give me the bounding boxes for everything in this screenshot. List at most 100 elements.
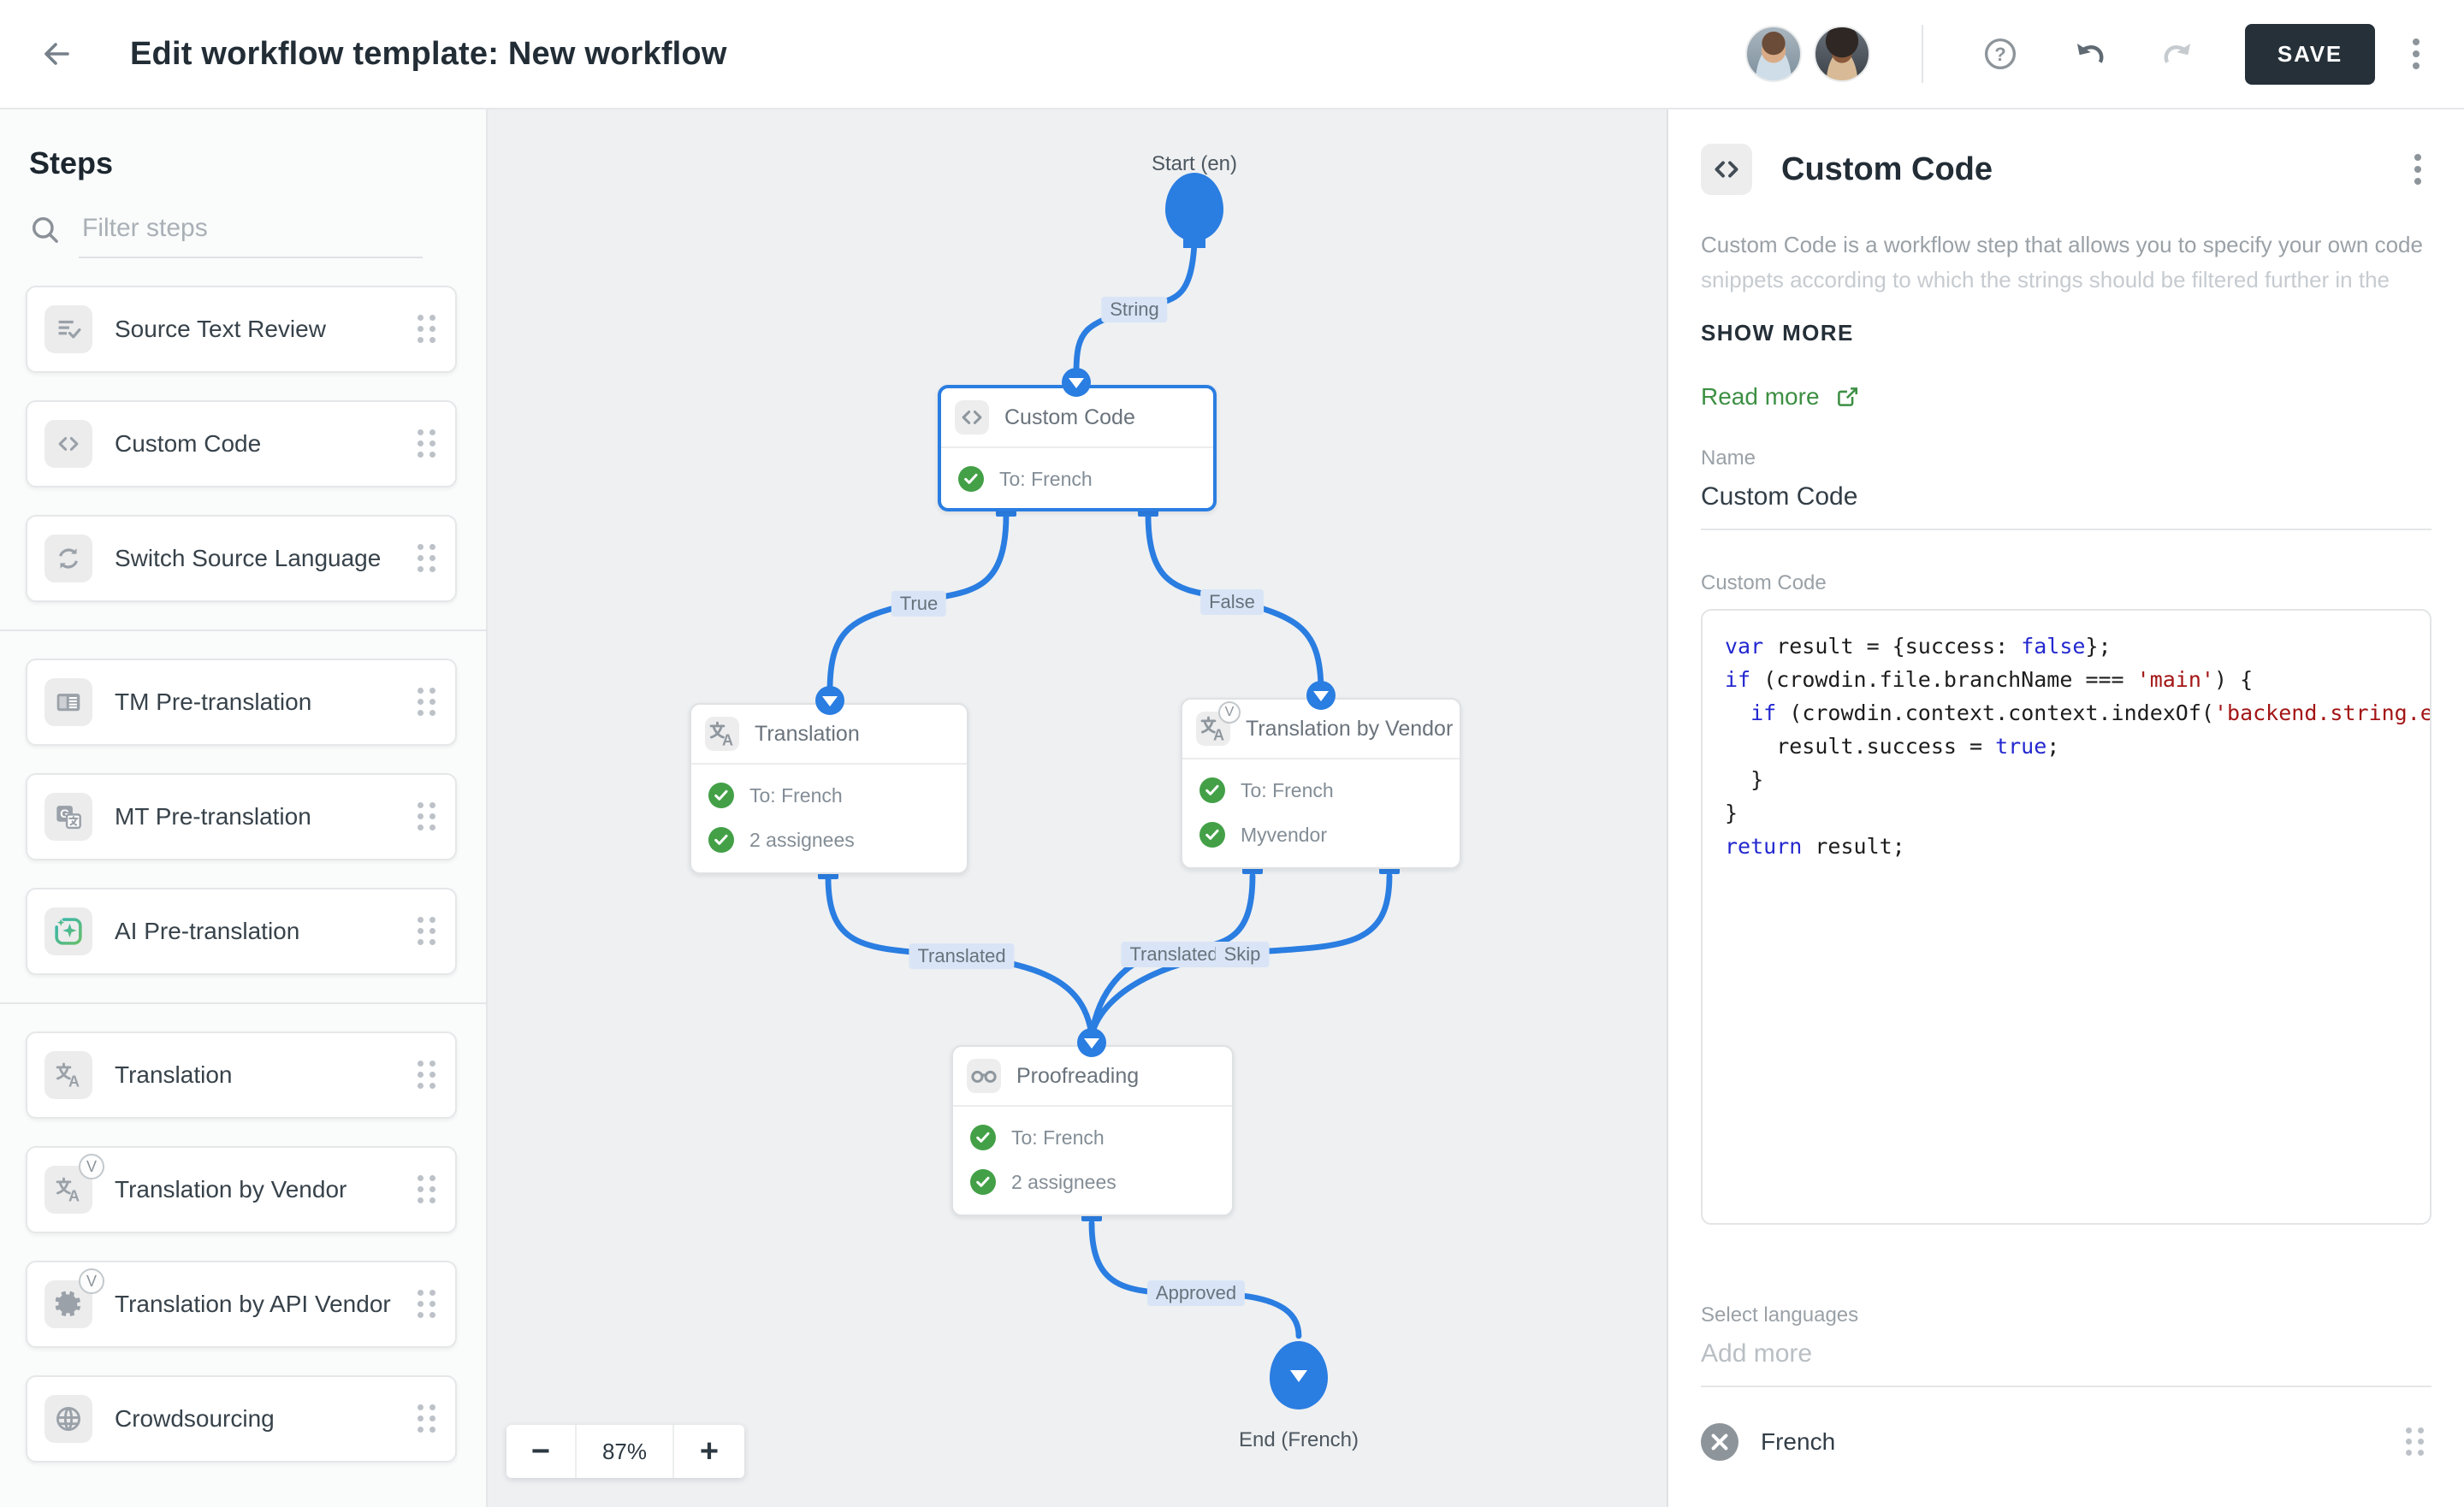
step-list: Source Text Review Custom Code Switch Sour…	[0, 258, 486, 1463]
drag-handle-icon[interactable]	[418, 1175, 436, 1204]
node-row-text: To: French	[1241, 779, 1334, 802]
zoom-in-button[interactable]: +	[674, 1425, 744, 1478]
drag-handle-icon[interactable]	[418, 1290, 436, 1319]
tm-card-icon	[44, 678, 92, 726]
undo-button[interactable]	[2057, 21, 2122, 86]
redo-icon	[2160, 36, 2196, 72]
step-card-custom-code[interactable]: Custom Code	[26, 400, 457, 488]
drag-handle-icon[interactable]	[418, 917, 436, 946]
code-line: result.success = true;	[1725, 730, 2408, 763]
drag-handle-icon[interactable]	[418, 544, 436, 573]
step-group-divider	[0, 629, 486, 631]
sidebar-heading: Steps	[0, 109, 486, 181]
help-button[interactable]: ?	[1968, 21, 2033, 86]
translate-icon: AV	[44, 1166, 92, 1214]
redo-button[interactable]	[2146, 21, 2211, 86]
node-input-pin[interactable]	[1062, 368, 1091, 397]
node-body: To: French Myvendor	[1182, 759, 1460, 857]
vendor-badge: V	[79, 1154, 104, 1179]
node-proofreading[interactable]: ProofreadingTo: French2 assignees	[951, 1045, 1234, 1216]
node-status-row: To: French	[941, 457, 1213, 501]
mt-icon: G	[44, 793, 92, 841]
edge-label-translated: Translated	[1121, 942, 1226, 967]
node-status-row: To: French	[953, 1115, 1232, 1160]
step-card-crowdsourcing[interactable]: Crowdsourcing	[26, 1375, 457, 1463]
step-label: Translation by Vendor	[115, 1176, 346, 1203]
svg-text:A: A	[1213, 726, 1224, 743]
step-card-source-text-review[interactable]: Source Text Review	[26, 286, 457, 373]
add-language-input[interactable]	[1701, 1336, 2431, 1387]
step-label: TM Pre-translation	[115, 688, 311, 716]
step-card-ai-pre-translation[interactable]: AI Pre-translation	[26, 888, 457, 975]
panel-options-button[interactable]	[2414, 154, 2421, 185]
step-card-translation-by-api-vendor[interactable]: V Translation by API Vendor	[26, 1261, 457, 1348]
toolbar-divider	[1922, 25, 1923, 83]
read-more-link[interactable]: Read more	[1701, 383, 1861, 411]
drag-handle-icon[interactable]	[2406, 1427, 2425, 1457]
steps-sidebar: Steps Source Text Review Custom Code Switc…	[0, 109, 488, 1507]
node-translation[interactable]: ATranslationTo: French2 assignees	[690, 703, 968, 874]
workflow-canvas[interactable]: Start (en) End (French) String True Fals…	[488, 109, 1667, 1507]
drag-handle-icon[interactable]	[418, 802, 436, 831]
node-status-row: 2 assignees	[953, 1160, 1232, 1204]
end-node[interactable]	[1270, 1341, 1328, 1409]
svg-text:A: A	[722, 731, 733, 748]
node-translation-by-vendor[interactable]: AVTranslation by VendorTo: FrenchMyvendo…	[1181, 698, 1461, 869]
node-row-text: To: French	[999, 468, 1093, 491]
show-more-button[interactable]: SHOW MORE	[1701, 320, 1854, 346]
select-languages-label: Select languages	[1701, 1303, 2431, 1327]
check-circle-icon	[1199, 777, 1225, 803]
edge-label-false: False	[1200, 589, 1264, 615]
drag-handle-icon[interactable]	[418, 315, 436, 344]
node-body: To: French 2 assignees	[691, 765, 967, 862]
name-input[interactable]	[1701, 479, 2431, 530]
step-card-tm-pre-translation[interactable]: TM Pre-translation	[26, 659, 457, 746]
node-status-row: Myvendor	[1182, 813, 1460, 857]
custom-code-editor[interactable]: var result = {success: false};if (crowdi…	[1701, 609, 2431, 1225]
back-button[interactable]	[22, 20, 91, 88]
drag-handle-icon[interactable]	[418, 429, 436, 458]
zoom-out-button[interactable]: −	[506, 1425, 577, 1478]
step-card-translation[interactable]: ATranslation	[26, 1031, 457, 1119]
node-input-pin[interactable]	[1306, 681, 1336, 710]
vendor-badge: V	[1218, 701, 1241, 724]
edge-label-translated: Translated	[909, 943, 1014, 969]
collaborator-avatar[interactable]	[1745, 26, 1802, 82]
drag-handle-icon[interactable]	[418, 1061, 436, 1090]
step-card-switch-source-language[interactable]: Switch Source Language	[26, 515, 457, 602]
save-button[interactable]: SAVE	[2245, 24, 2375, 85]
code-line: }	[1725, 796, 2408, 830]
node-body: To: French	[941, 448, 1213, 501]
step-group-divider	[0, 1002, 486, 1004]
check-circle-icon	[708, 827, 734, 853]
step-card-translation-by-vendor[interactable]: AV Translation by Vendor	[26, 1146, 457, 1233]
check-circle-icon	[970, 1169, 996, 1195]
step-label: Translation by API Vendor	[115, 1291, 391, 1318]
drag-handle-icon[interactable]	[418, 1404, 436, 1433]
selected-language-row: French	[1701, 1413, 2431, 1471]
node-status-row: To: French	[691, 773, 967, 818]
check-circle-icon	[970, 1125, 996, 1150]
code-icon	[1701, 144, 1752, 195]
step-card-mt-pre-translation[interactable]: GMT Pre-translation	[26, 773, 457, 860]
step-label: Crowdsourcing	[115, 1405, 275, 1433]
node-input-pin[interactable]	[815, 686, 844, 715]
start-node[interactable]	[1165, 173, 1223, 241]
drag-handle-icon[interactable]	[418, 688, 436, 717]
collaborator-avatar[interactable]	[1814, 26, 1870, 82]
workflow-edges	[488, 109, 1667, 1507]
translate-icon: A	[44, 1051, 92, 1099]
gear-icon: V	[44, 1280, 92, 1328]
remove-language-button[interactable]	[1701, 1423, 1738, 1461]
node-row-text: 2 assignees	[749, 829, 855, 852]
node-custom-code[interactable]: Custom CodeTo: French	[938, 385, 1217, 511]
globe-icon	[44, 1395, 92, 1443]
node-input-pin[interactable]	[1077, 1028, 1106, 1057]
filter-steps-input[interactable]	[79, 207, 423, 258]
svg-text:A: A	[68, 1187, 80, 1204]
edge-label-true: True	[891, 591, 946, 617]
edge-label-approved: Approved	[1147, 1280, 1245, 1306]
more-options-button[interactable]	[2413, 38, 2420, 69]
back-arrow-icon	[39, 37, 74, 71]
refresh-icon	[44, 535, 92, 582]
